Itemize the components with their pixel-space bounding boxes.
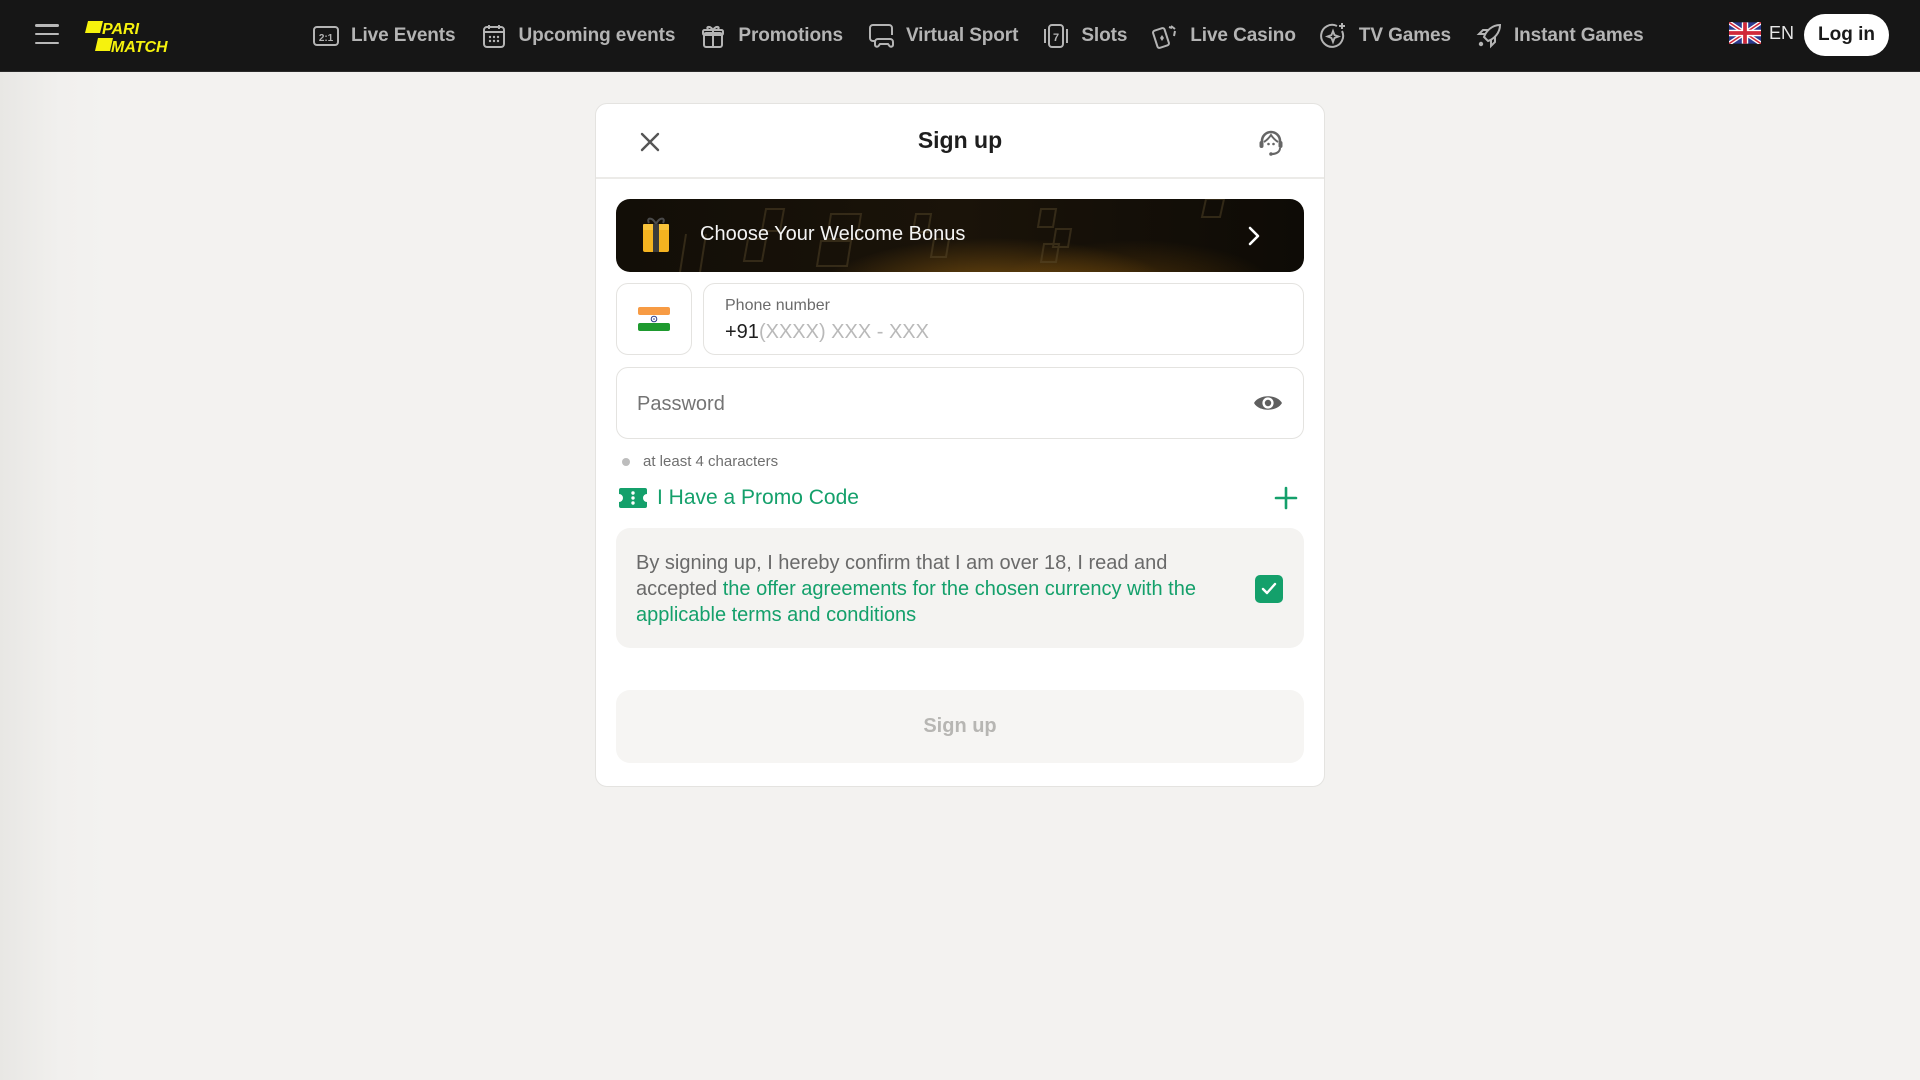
india-flag-icon [638,307,670,331]
password-input[interactable]: Password [616,367,1304,439]
nav-live-events[interactable]: 2:1 Live Events [312,22,456,50]
playing-cards-icon [1152,25,1177,49]
modal-title: Sign up [917,127,1003,153]
phone-number-value[interactable]: +91(XXXX) XXX - XXX [725,321,929,344]
parimatch-logo[interactable]: PARI MATCH [84,20,188,54]
nav-label: Live Casino [1190,25,1296,46]
phone-country-code: +91 [725,321,759,343]
requirement-bullet [622,457,630,466]
nav-label: Slots [1081,25,1128,46]
country-selector[interactable] [616,283,692,355]
top-navigation-bar: PARI MATCH 2:1 Live Events Upcoming even… [0,0,1920,72]
terms-agreement: By signing up, I hereby confirm that I a… [616,528,1304,648]
signup-modal: Sign up Choose Your Welcome Bonus Phone … [595,103,1325,787]
modal-header: Sign up [596,104,1324,179]
svg-text:2:1: 2:1 [319,33,334,44]
sparkle-circle-icon [1319,23,1345,48]
gamepad-screen-icon [868,24,894,48]
svg-text:7: 7 [1053,32,1059,44]
logo-text-top: PARI [102,21,140,38]
password-requirement: at least 4 characters [622,453,1304,470]
nav-label: TV Games [1358,25,1451,46]
score-2-1-icon: 2:1 [313,26,339,46]
nav-upcoming-events[interactable]: Upcoming events [480,22,676,50]
gift-icon [702,25,725,48]
terms-text: By signing up, I hereby confirm that I a… [636,550,1234,628]
login-button[interactable]: Log in [1804,14,1889,56]
checkmark-icon [1261,582,1277,595]
nav-label: Upcoming events [518,25,676,46]
phone-number-input[interactable]: Phone number +91(XXXX) XXX - XXX [703,283,1304,355]
nav-slots[interactable]: 7 Slots [1042,22,1127,50]
promo-code-toggle[interactable]: I Have a Promo Code [616,482,1304,514]
language-selector[interactable]: EN [1729,22,1794,44]
uk-flag-icon [1729,22,1761,44]
chevron-right-icon [1248,226,1260,246]
nav-label: Promotions [738,25,843,46]
nav-tv-games[interactable]: TV Games [1319,22,1451,50]
rocket-icon [1476,23,1501,49]
calendar-icon [482,25,505,48]
logo-text-bottom: MATCH [111,39,168,54]
terms-checkbox[interactable] [1255,575,1283,603]
welcome-bonus-banner[interactable]: Choose Your Welcome Bonus [616,199,1304,272]
welcome-bonus-label: Choose Your Welcome Bonus [700,223,966,245]
hamburger-menu-icon[interactable] [35,24,59,44]
nav-instant-games[interactable]: Instant Games [1475,22,1644,50]
nav-promotions[interactable]: Promotions [699,22,843,50]
nav-live-casino[interactable]: Live Casino [1151,22,1296,50]
nav-label: Live Events [351,25,456,46]
phone-placeholder: (XXXX) XXX - XXX [758,321,929,343]
plus-icon[interactable] [1274,486,1298,510]
nav-label: Virtual Sport [905,25,1019,46]
slot-seven-icon: 7 [1044,24,1069,48]
support-headset-icon[interactable] [1256,128,1286,158]
requirement-text: at least 4 characters [643,453,779,470]
nav-virtual-sport[interactable]: Virtual Sport [867,22,1018,50]
main-nav: 2:1 Live Events Upcoming events Promotio… [312,0,1668,72]
ticket-icon [619,488,647,508]
nav-label: Instant Games [1513,25,1644,46]
language-code: EN [1769,22,1795,43]
phone-number-label: Phone number [725,297,830,314]
signup-submit-button[interactable]: Sign up [616,690,1304,763]
password-placeholder: Password [637,393,725,415]
gift-box-icon [643,217,669,252]
promo-code-label: I Have a Promo Code [657,486,859,509]
close-icon[interactable] [638,130,662,154]
show-password-eye-icon[interactable] [1253,391,1283,415]
